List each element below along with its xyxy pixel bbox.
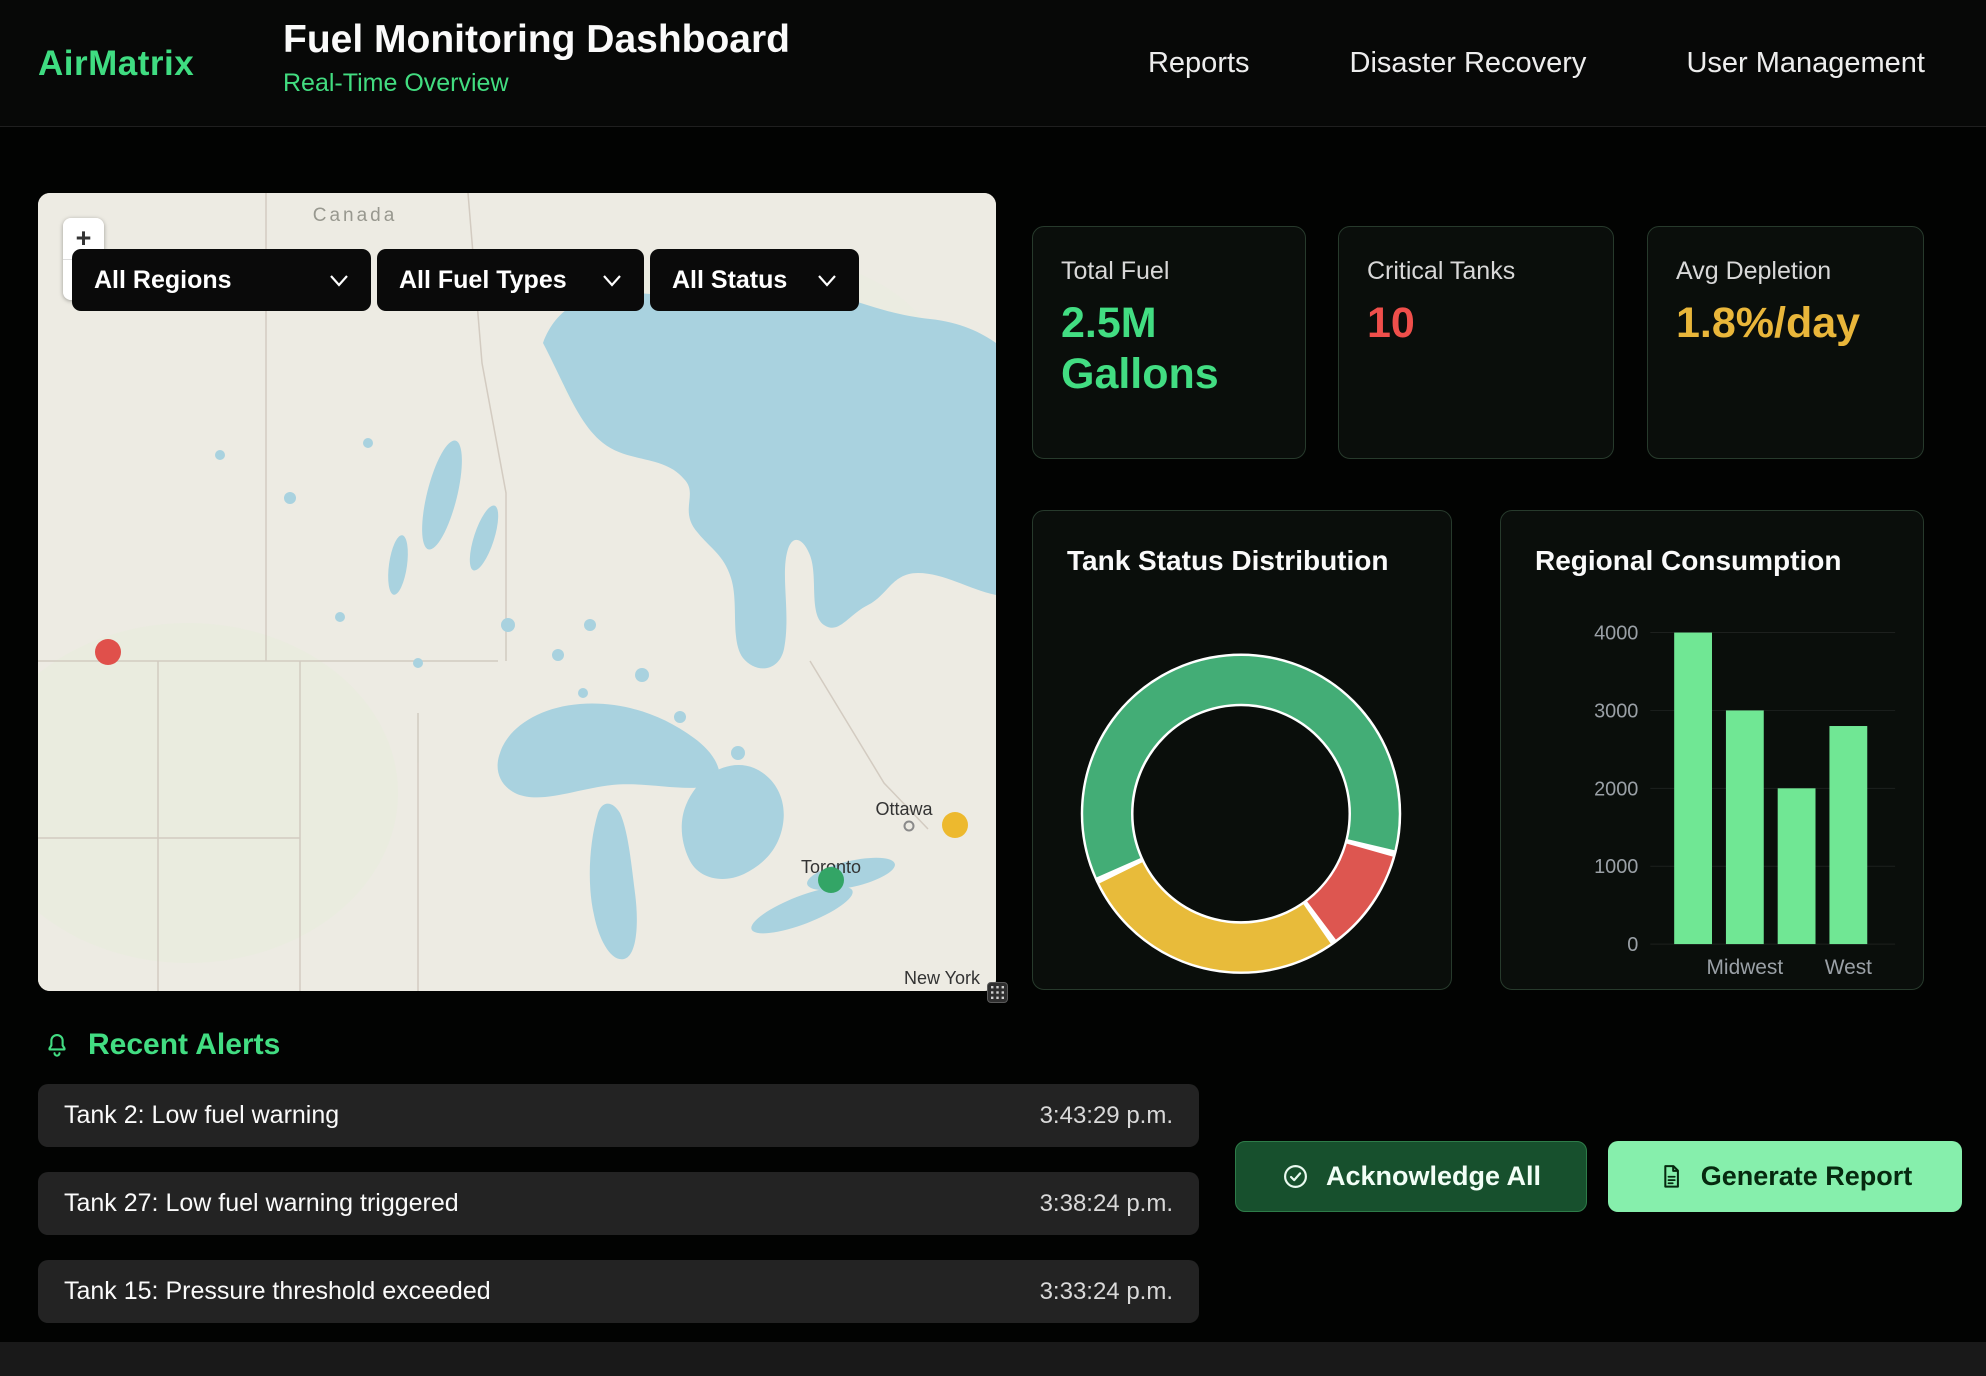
stat-card-avg-depletion: Avg Depletion 1.8%/day [1647,226,1924,459]
status-filter-label: All Status [672,266,787,295]
alert-message: Tank 27: Low fuel warning triggered [64,1189,459,1218]
map-filters: All Regions All Fuel Types All Status [72,249,859,311]
fuel-monitoring-dashboard: AirMatrix Fuel Monitoring Dashboard Real… [0,0,1986,1376]
acknowledge-all-label: Acknowledge All [1326,1161,1541,1192]
nav-disaster-recovery[interactable]: Disaster Recovery [1350,47,1587,80]
page-title-block: Fuel Monitoring Dashboard Real-Time Over… [283,18,790,98]
chevron-down-icon [817,274,837,287]
alert-timestamp: 3:33:24 p.m. [1040,1278,1173,1306]
svg-text:2000: 2000 [1594,778,1638,800]
map-resize-grip[interactable] [987,982,1008,1003]
acknowledge-all-button[interactable]: Acknowledge All [1235,1141,1587,1212]
bell-icon [42,1030,72,1060]
map-label-ottawa: Ottawa [875,799,933,819]
tank-marker-normal[interactable] [818,867,844,893]
status-filter-dropdown[interactable]: All Status [650,249,859,311]
map-label-canada: Canada [313,205,398,226]
alerts-title: Recent Alerts [88,1028,280,1062]
check-circle-icon [1281,1162,1310,1191]
nav-user-management[interactable]: User Management [1686,47,1925,80]
tank-status-chart-title: Tank Status Distribution [1067,545,1389,577]
svg-text:3000: 3000 [1594,700,1638,722]
page-title: Fuel Monitoring Dashboard [283,18,790,62]
map-label-new-york: New York [904,968,981,988]
regional-consumption-chart-title: Regional Consumption [1535,545,1841,577]
stat-value-avg-depletion: 1.8%/day [1676,298,1826,349]
regional-consumption-card: Regional Consumption 0 1000 2000 3000 4000 Mi… [1500,510,1924,990]
main-nav: Reports Disaster Recovery User Managemen… [1148,0,1925,127]
chevron-down-icon [602,274,622,287]
alert-timestamp: 3:38:24 p.m. [1040,1190,1173,1218]
stat-label: Avg Depletion [1676,257,1895,286]
stat-value-critical-tanks: 10 [1367,298,1585,349]
app-header: AirMatrix Fuel Monitoring Dashboard Real… [0,0,1986,127]
document-icon [1658,1163,1685,1190]
regional-consumption-bar-chart: 0 1000 2000 3000 4000 Midwest West [1501,511,1923,989]
nav-reports[interactable]: Reports [1148,47,1250,80]
generate-report-label: Generate Report [1701,1161,1913,1192]
region-filter-dropdown[interactable]: All Regions [72,249,371,311]
footer-bar [0,1342,1986,1376]
region-filter-label: All Regions [94,266,232,295]
chevron-down-icon [329,274,349,287]
stat-card-total-fuel: Total Fuel 2.5M Gallons [1032,226,1306,459]
alert-timestamp: 3:43:29 p.m. [1040,1102,1173,1130]
stat-label: Total Fuel [1061,257,1277,286]
map-town-dot [905,822,914,831]
alert-row: Tank 27: Low fuel warning triggered 3:38… [38,1172,1199,1235]
alert-row: Tank 15: Pressure threshold exceeded 3:3… [38,1260,1199,1323]
recent-alerts-header: Recent Alerts [42,1028,280,1062]
svg-text:West: West [1825,956,1872,979]
tank-marker-critical[interactable] [95,639,121,665]
page-subtitle: Real-Time Overview [283,69,790,98]
map-container: Canada Ottawa Toronto New York + − All R… [38,193,996,991]
svg-text:0: 0 [1627,934,1638,956]
fuel-type-filter-label: All Fuel Types [399,266,567,295]
map-canvas[interactable]: Canada Ottawa Toronto New York + − All R… [38,193,996,991]
fuel-type-filter-dropdown[interactable]: All Fuel Types [377,249,644,311]
map-graphic: Canada Ottawa Toronto New York [38,193,996,991]
stat-card-critical-tanks: Critical Tanks 10 [1338,226,1614,459]
alert-row: Tank 2: Low fuel warning 3:43:29 p.m. [38,1084,1199,1147]
brand-logo: AirMatrix [38,0,194,127]
tank-status-distribution-card: Tank Status Distribution [1032,510,1452,990]
svg-text:Midwest: Midwest [1707,956,1784,979]
grip-dots-icon [991,986,1004,999]
tank-status-donut-chart [1033,511,1451,989]
stat-label: Critical Tanks [1367,257,1585,286]
alert-message: Tank 2: Low fuel warning [64,1101,339,1130]
tank-marker-warning[interactable] [942,812,968,838]
alert-message: Tank 15: Pressure threshold exceeded [64,1277,491,1306]
generate-report-button[interactable]: Generate Report [1608,1141,1962,1212]
svg-text:1000: 1000 [1594,856,1638,878]
svg-text:4000: 4000 [1594,623,1638,645]
stat-value-total-fuel: 2.5M Gallons [1061,298,1277,399]
